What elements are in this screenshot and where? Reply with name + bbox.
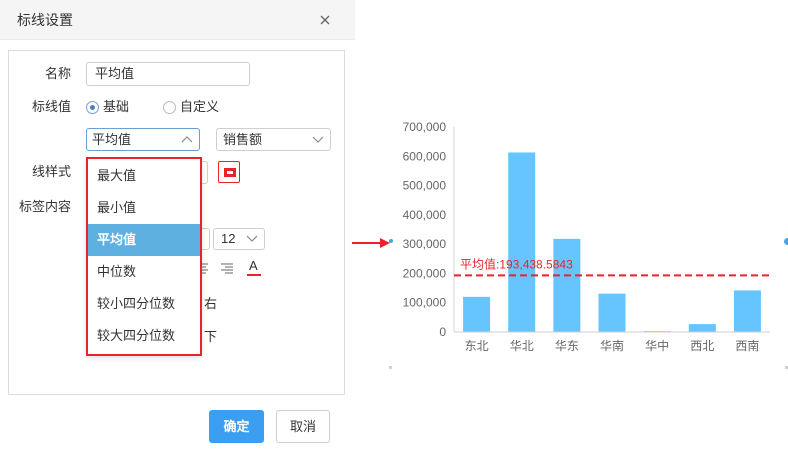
chevron-down-icon <box>312 136 324 143</box>
reference-line-dialog: 标线设置 名称 平均值 标线值 基础 自定义 平均值 销售额 线样式 标签内容 … <box>0 0 355 462</box>
chart-bar-5[interactable] <box>688 324 716 332</box>
corner-handle-bottom-left[interactable] <box>389 366 392 369</box>
x-tick-label: 西北 <box>690 339 714 353</box>
x-tick-label: 华东 <box>555 339 579 353</box>
y-tick-label: 200,000 <box>403 266 447 280</box>
chart-bar-2[interactable] <box>553 238 581 332</box>
dropdown-option[interactable]: 较小四分位数 <box>88 288 200 320</box>
dialog-title: 标线设置 <box>17 12 73 28</box>
confirm-button[interactable]: 确定 <box>209 410 264 443</box>
chart-bar-0[interactable] <box>463 296 491 332</box>
y-tick-label: 400,000 <box>403 208 447 222</box>
name-input[interactable]: 平均值 <box>86 62 250 86</box>
name-input-value: 平均值 <box>95 66 135 81</box>
x-tick-label: 华中 <box>645 338 669 353</box>
y-tick-label: 500,000 <box>403 179 447 193</box>
chevron-up-icon <box>181 136 193 143</box>
radio-custom[interactable] <box>163 101 176 114</box>
font-color-glyph: A <box>249 258 258 273</box>
y-tick-label: 100,000 <box>403 296 447 310</box>
label-content-label: 标签内容 <box>18 199 71 214</box>
y-tick-label: 0 <box>439 325 446 339</box>
stat-dropdown: 最大值 最小值 平均值 中位数 较小四分位数 较大四分位数 <box>86 157 202 356</box>
x-tick-label: 东北 <box>465 339 489 353</box>
arrow-right-icon <box>352 242 382 244</box>
name-label: 名称 <box>44 66 71 81</box>
dropdown-option[interactable]: 最小值 <box>88 192 200 224</box>
y-tick-label: 600,000 <box>403 149 447 163</box>
dropdown-option[interactable]: 最大值 <box>88 160 200 192</box>
align-right-icon[interactable] <box>221 263 233 274</box>
radio-custom-label[interactable]: 自定义 <box>180 98 219 116</box>
chart-bar-1[interactable] <box>508 152 536 332</box>
dropdown-option[interactable]: 中位数 <box>88 256 200 288</box>
chevron-down-icon <box>246 235 258 242</box>
cancel-button[interactable]: 取消 <box>276 410 330 443</box>
font-size-value: 12 <box>221 231 236 246</box>
reference-line-label: 平均值:193,438.5843 <box>460 256 573 271</box>
radio-basic[interactable] <box>86 101 99 114</box>
close-icon[interactable] <box>320 15 330 25</box>
bar-chart: 0 100,000 200,000 300,000 400,000 500,000 600,… <box>403 120 770 353</box>
x-tick-label: 华北 <box>510 339 534 353</box>
y-tick-label: 700,000 <box>403 120 447 134</box>
line-color-preview <box>224 168 236 177</box>
field-select-value: 销售额 <box>223 132 263 147</box>
y-tick-label: 300,000 <box>403 237 447 251</box>
stat-select-value: 平均值 <box>92 132 132 147</box>
font-color-icon[interactable]: A <box>246 258 262 277</box>
line-color-swatch[interactable] <box>218 161 240 183</box>
horizontal-position-option[interactable]: 右 <box>204 295 217 313</box>
font-size-select[interactable]: 12 <box>213 228 265 250</box>
resize-handle-left[interactable] <box>389 239 393 243</box>
dialog-header: 标线设置 <box>0 0 355 40</box>
x-tick-label: 华南 <box>600 338 624 353</box>
chart-bar-6[interactable] <box>733 290 761 332</box>
radio-basic-label[interactable]: 基础 <box>103 98 129 116</box>
chart-bar-3[interactable] <box>598 293 626 332</box>
stat-select[interactable]: 平均值 <box>86 128 200 151</box>
vertical-position-option[interactable]: 下 <box>204 328 217 346</box>
dropdown-option[interactable]: 平均值 <box>88 224 200 256</box>
field-select[interactable]: 销售额 <box>216 128 331 151</box>
line-style-label: 线样式 <box>31 164 71 179</box>
font-color-underline <box>247 274 261 276</box>
line-value-label: 标线值 <box>31 99 71 114</box>
x-tick-label: 西南 <box>735 338 759 353</box>
dropdown-option[interactable]: 较大四分位数 <box>88 320 200 352</box>
